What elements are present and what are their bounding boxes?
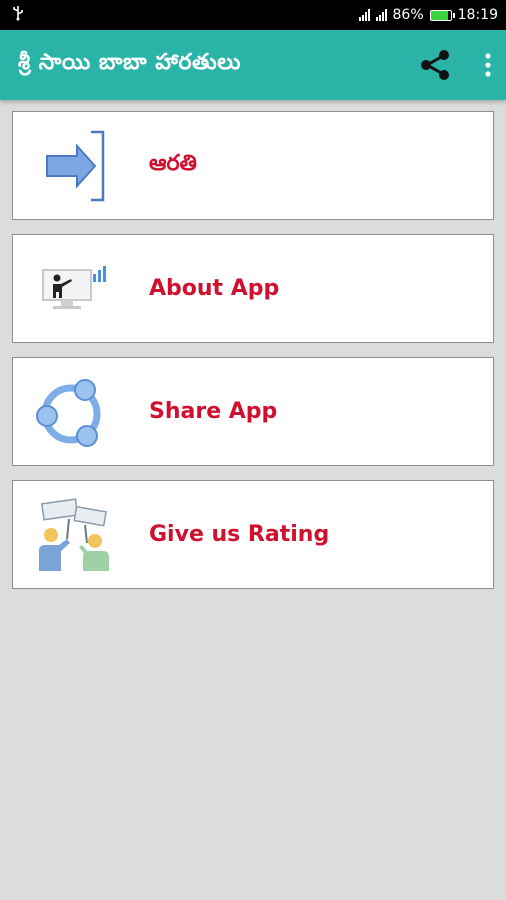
signal-icon-2	[375, 9, 387, 21]
share-icon[interactable]	[418, 48, 452, 82]
enter-arrow-icon	[13, 112, 133, 219]
status-bar: 86% 18:19	[0, 0, 506, 30]
battery-fill	[430, 10, 448, 20]
status-right: 86% 18:19	[358, 7, 498, 23]
presentation-icon	[13, 235, 133, 342]
usb-icon	[12, 5, 24, 25]
menu-item-label: About App	[149, 276, 280, 301]
signal-icon-1	[358, 9, 370, 21]
menu-item-about-app[interactable]: About App	[12, 234, 494, 343]
status-left	[12, 5, 24, 25]
overflow-menu-icon[interactable]	[484, 52, 492, 78]
app-bar: శ్రీ సాయి బాబా హారతులు	[0, 30, 506, 100]
menu-item-label: Share App	[149, 399, 278, 424]
menu-item-aarti[interactable]: ఆరతి	[12, 111, 494, 220]
menu-item-label: ఆరతి	[149, 150, 197, 176]
menu-item-label: Give us Rating	[149, 522, 330, 547]
clock: 18:19	[457, 7, 498, 23]
app-actions	[418, 48, 492, 82]
share-circle-icon	[13, 358, 133, 465]
menu-item-give-rating[interactable]: Give us Rating	[12, 480, 494, 589]
menu-item-share-app[interactable]: Share App	[12, 357, 494, 466]
rating-people-icon	[13, 481, 133, 588]
menu-list: ఆరతి About App Share App Give us Rating	[12, 111, 494, 589]
battery-percent: 86%	[392, 7, 424, 23]
app-title: శ్రీ సాయి బాబా హారతులు	[18, 50, 241, 75]
battery-icon	[429, 9, 455, 21]
